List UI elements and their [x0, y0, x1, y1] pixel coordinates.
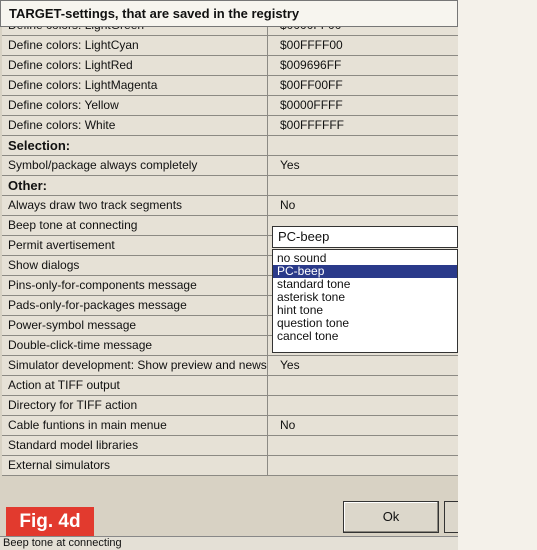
setting-row[interactable]: Standard model libraries	[2, 436, 458, 456]
setting-row[interactable]: Symbol/package always completely Yes	[2, 156, 458, 176]
setting-value[interactable]	[270, 456, 458, 475]
section-header: Other:	[2, 176, 458, 196]
setting-name: Permit avertisement	[2, 236, 268, 255]
setting-name: Define colors: White	[2, 116, 268, 135]
status-bar: Beep tone at connecting	[0, 536, 458, 550]
setting-name: Action at TIFF output	[2, 376, 268, 395]
setting-name: Power-symbol message	[2, 316, 268, 335]
setting-name: Define colors: Yellow	[2, 96, 268, 115]
setting-value	[270, 136, 458, 155]
setting-value[interactable]	[270, 396, 458, 415]
setting-row[interactable]: Define colors: LightGreen$0000FF00	[2, 27, 458, 36]
figure-label: Fig. 4d	[6, 507, 94, 537]
setting-value[interactable]: $00FFFF00	[270, 36, 458, 55]
setting-value[interactable]: $0000FF00	[270, 27, 458, 35]
setting-value[interactable]: $0000FFFF	[270, 96, 458, 115]
setting-row[interactable]: Cable funtions in main menue No	[2, 416, 458, 436]
setting-value	[270, 176, 458, 195]
setting-row[interactable]: Simulator development: Show preview and …	[2, 356, 458, 376]
setting-row[interactable]: Define colors: Yellow $0000FFFF	[2, 96, 458, 116]
setting-value[interactable]	[270, 376, 458, 395]
setting-value[interactable]: $009696FF	[270, 56, 458, 75]
section-title: Other:	[2, 176, 268, 195]
setting-row[interactable]: Action at TIFF output	[2, 376, 458, 396]
beep-tone-select[interactable]: PC-beep	[272, 226, 458, 248]
setting-row[interactable]: Define colors: LightMagenta $00FF00FF	[2, 76, 458, 96]
setting-name: Define colors: LightCyan	[2, 36, 268, 55]
setting-value[interactable]: Yes	[270, 356, 458, 375]
setting-row[interactable]: Always draw two track segments No	[2, 196, 458, 216]
setting-row[interactable]: External simulators	[2, 456, 458, 476]
dropdown-option[interactable]: cancel tone	[273, 330, 457, 343]
setting-name: Show dialogs	[2, 256, 268, 275]
setting-value[interactable]: Yes	[270, 156, 458, 175]
settings-window: TARGET-settings, that are saved in the r…	[0, 0, 458, 550]
setting-row[interactable]: Define colors: LightRed $009696FF	[2, 56, 458, 76]
setting-name: Symbol/package always completely	[2, 156, 268, 175]
setting-value[interactable]	[270, 436, 458, 455]
setting-name: Double-click-time message	[2, 336, 268, 355]
setting-name: Define colors: LightRed	[2, 56, 268, 75]
setting-name: Standard model libraries	[2, 436, 268, 455]
beep-tone-options-list[interactable]: no sound PC-beep standard tone asterisk ton…	[272, 249, 458, 353]
setting-name: Define colors: LightMagenta	[2, 76, 268, 95]
setting-row[interactable]: Define colors: White $00FFFFFF	[2, 116, 458, 136]
setting-name: Define colors: LightGreen	[2, 27, 268, 35]
ok-button[interactable]: Ok	[343, 501, 439, 533]
setting-value[interactable]: No	[270, 416, 458, 435]
window-title: TARGET-settings, that are saved in the r…	[0, 0, 458, 27]
setting-name: Cable funtions in main menue	[2, 416, 268, 435]
cancel-button-edge[interactable]	[444, 501, 458, 533]
setting-value[interactable]: $00FFFFFF	[270, 116, 458, 135]
setting-row[interactable]: Directory for TIFF action	[2, 396, 458, 416]
setting-name: Directory for TIFF action	[2, 396, 268, 415]
section-header: Selection:	[2, 136, 458, 156]
section-title: Selection:	[2, 136, 268, 155]
setting-name: Pads-only-for-packages message	[2, 296, 268, 315]
setting-name: Simulator development: Show preview and …	[2, 356, 268, 375]
setting-value[interactable]: $00FF00FF	[270, 76, 458, 95]
setting-row[interactable]: Define colors: LightCyan $00FFFF00	[2, 36, 458, 56]
setting-value[interactable]: No	[270, 196, 458, 215]
setting-name: External simulators	[2, 456, 268, 475]
setting-name: Always draw two track segments	[2, 196, 268, 215]
setting-name: Pins-only-for-components message	[2, 276, 268, 295]
setting-name: Beep tone at connecting	[2, 216, 268, 235]
